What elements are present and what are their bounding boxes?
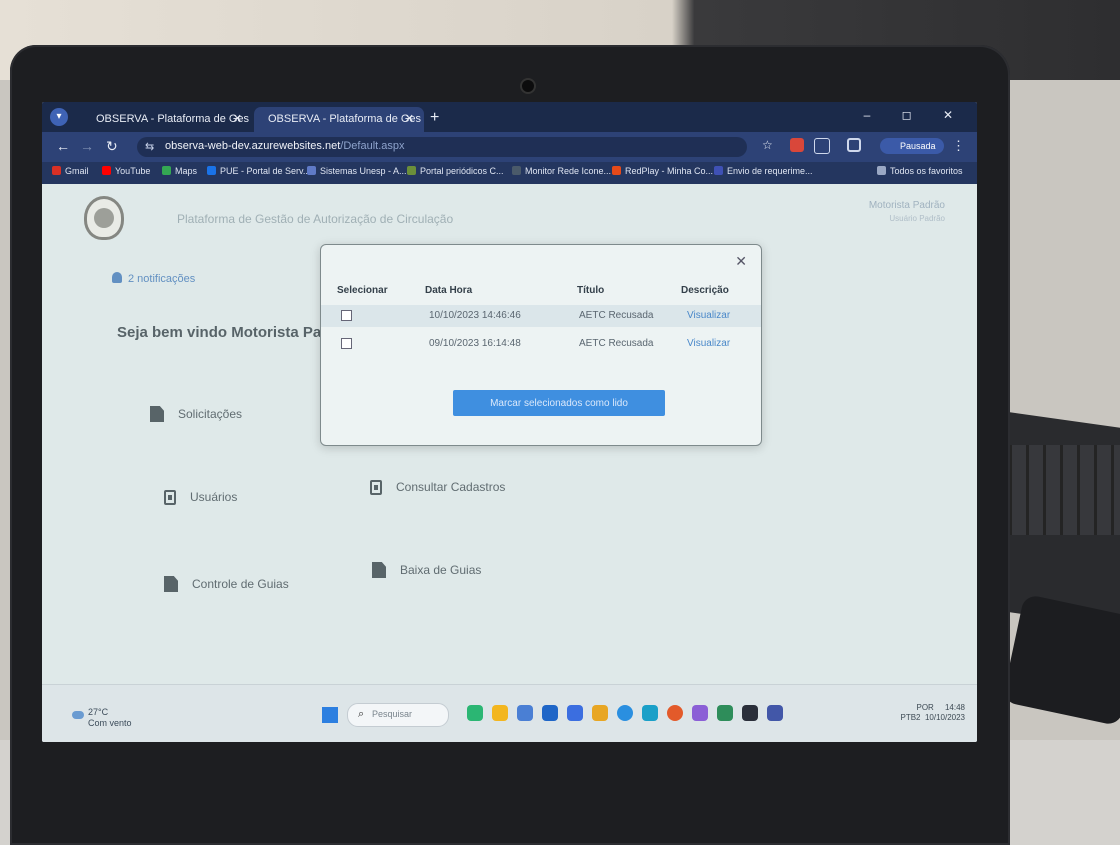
back-arrow-icon[interactable]: ← xyxy=(56,138,70,154)
profile-paused-badge[interactable]: Pausada xyxy=(880,138,944,154)
taskbar-app-icon[interactable] xyxy=(642,705,658,721)
bookmark-todos-favoritos[interactable]: Todos os favoritos xyxy=(877,166,963,176)
tab-close-icon[interactable]: ✕ xyxy=(405,107,414,132)
table-row: 09/10/2023 16:14:48 AETC Recusada Visual… xyxy=(321,333,761,355)
url-input[interactable]: ⇆ observa-web-dev.azurewebsites.net/Defa… xyxy=(137,137,747,157)
taskbar-app-icon[interactable] xyxy=(517,705,533,721)
tab-label: OBSERVA - Plataforma de Ges xyxy=(96,113,250,125)
row-select-checkbox[interactable] xyxy=(341,310,352,321)
table-row: 10/10/2023 14:46:46 AETC Recusada Visual… xyxy=(321,305,761,327)
taskbar-chrome-icon[interactable] xyxy=(617,705,633,721)
bookmarks-bar: Gmail YouTube Maps PUE - Portal de Serv.… xyxy=(42,162,977,184)
monitor-icon xyxy=(512,166,521,175)
search-icon: ⌕ xyxy=(358,708,365,720)
browser-tab-2[interactable]: OBSERVA - Plataforma de Ges ✕ xyxy=(254,107,424,132)
bookmark-monitor-rede[interactable]: Monitor Rede Icone... xyxy=(512,166,611,176)
bookmark-pue[interactable]: PUE - Portal de Serv... xyxy=(207,166,310,176)
weather-widget[interactable]: 27°C Com vento xyxy=(88,707,132,729)
taskbar-search[interactable]: ⌕ Pesquisar xyxy=(347,703,449,727)
windows-taskbar: 27°C Com vento ⌕ Pesquisar POR 14:48 PTB… xyxy=(42,684,977,742)
folder-icon xyxy=(877,166,886,175)
window-controls[interactable]: ‒ ◻ ✕ xyxy=(864,108,967,122)
column-header-datetime: Data Hora xyxy=(425,285,473,296)
taskbar-app-icon[interactable] xyxy=(567,705,583,721)
search-placeholder: Pesquisar xyxy=(372,709,413,719)
taskbar-app-icon[interactable] xyxy=(542,705,558,721)
tab-close-icon[interactable]: ✕ xyxy=(233,107,242,132)
url-text: observa-web-dev.azurewebsites.net/Defaul… xyxy=(165,140,405,152)
row-select-checkbox[interactable] xyxy=(341,338,352,349)
taskbar-app-icon[interactable] xyxy=(717,705,733,721)
windows-start-icon[interactable] xyxy=(322,707,338,723)
background-keyboard xyxy=(995,445,1120,535)
new-tab-icon[interactable]: + xyxy=(430,107,439,129)
background-phone xyxy=(1001,593,1120,727)
row-view-link[interactable]: Visualizar xyxy=(687,338,730,349)
mark-as-read-button[interactable]: Marcar selecionados como lido xyxy=(453,390,665,416)
tab-label: OBSERVA - Plataforma de Ges xyxy=(268,113,422,125)
taskbar-app-icon[interactable] xyxy=(767,705,783,721)
bookmark-envio-requerimento[interactable]: Envio de requerime... xyxy=(714,166,813,176)
bookmark-portal-periodicos[interactable]: Portal periódicos C... xyxy=(407,166,504,176)
browser-address-bar: ← → ↻ ⇆ observa-web-dev.azurewebsites.ne… xyxy=(42,132,977,162)
taskbar-file-explorer-icon[interactable] xyxy=(592,705,608,721)
browser-menu-icon[interactable]: ⋮ xyxy=(952,138,965,154)
maps-icon xyxy=(162,166,171,175)
browser-tab-bar: ▾ OBSERVA - Plataforma de Ges ✕ OBSERVA … xyxy=(42,102,977,132)
laptop-screen: ▾ OBSERVA - Plataforma de Ges ✕ OBSERVA … xyxy=(42,102,977,742)
periodicos-icon xyxy=(407,166,416,175)
row-title: AETC Recusada xyxy=(579,338,654,349)
taskbar-app-icon[interactable] xyxy=(492,705,508,721)
profile-menu-icon[interactable]: ▾ xyxy=(50,108,68,126)
bookmark-redplay[interactable]: RedPlay - Minha Co... xyxy=(612,166,713,176)
bookmark-maps[interactable]: Maps xyxy=(162,166,197,176)
row-datetime: 09/10/2023 16:14:48 xyxy=(429,338,521,349)
extensions-puzzle-icon[interactable] xyxy=(814,138,830,154)
extension-icon[interactable] xyxy=(790,138,804,152)
side-panel-icon[interactable] xyxy=(847,138,861,152)
row-view-link[interactable]: Visualizar xyxy=(687,310,730,321)
row-title: AETC Recusada xyxy=(579,310,654,321)
bookmark-youtube[interactable]: YouTube xyxy=(102,166,150,176)
column-header-title: Título xyxy=(577,285,605,296)
taskbar-app-icon[interactable] xyxy=(742,705,758,721)
webcam xyxy=(522,80,534,92)
column-header-description: Descrição xyxy=(681,285,729,296)
bookmark-gmail[interactable]: Gmail xyxy=(52,166,89,176)
reload-icon[interactable]: ↻ xyxy=(106,138,118,155)
taskbar-app-icon[interactable] xyxy=(692,705,708,721)
forward-arrow-icon[interactable]: → xyxy=(80,138,94,154)
youtube-icon xyxy=(102,166,111,175)
redplay-icon xyxy=(612,166,621,175)
system-tray[interactable]: POR 14:48 PTB2 10/10/2023 xyxy=(900,703,965,723)
browser-tab-1[interactable]: OBSERVA - Plataforma de Ges ✕ xyxy=(82,107,252,132)
pue-icon xyxy=(207,166,216,175)
column-header-select: Selecionar xyxy=(337,285,388,296)
weather-icon[interactable] xyxy=(72,711,84,719)
notifications-modal: ✕ Selecionar Data Hora Título Descrição … xyxy=(320,244,762,446)
close-icon[interactable]: ✕ xyxy=(735,253,747,270)
taskbar-app-icon[interactable] xyxy=(467,705,483,721)
gmail-icon xyxy=(52,166,61,175)
row-datetime: 10/10/2023 14:46:46 xyxy=(429,310,521,321)
site-info-icon[interactable]: ⇆ xyxy=(145,140,154,153)
envio-icon xyxy=(714,166,723,175)
bookmark-sistemas-unesp[interactable]: Sistemas Unesp - A... xyxy=(307,166,407,176)
web-page: Plataforma de Gestão de Autorização de C… xyxy=(42,184,977,684)
unesp-icon xyxy=(307,166,316,175)
bookmark-star-icon[interactable]: ☆ xyxy=(762,138,773,152)
taskbar-app-icon[interactable] xyxy=(667,705,683,721)
